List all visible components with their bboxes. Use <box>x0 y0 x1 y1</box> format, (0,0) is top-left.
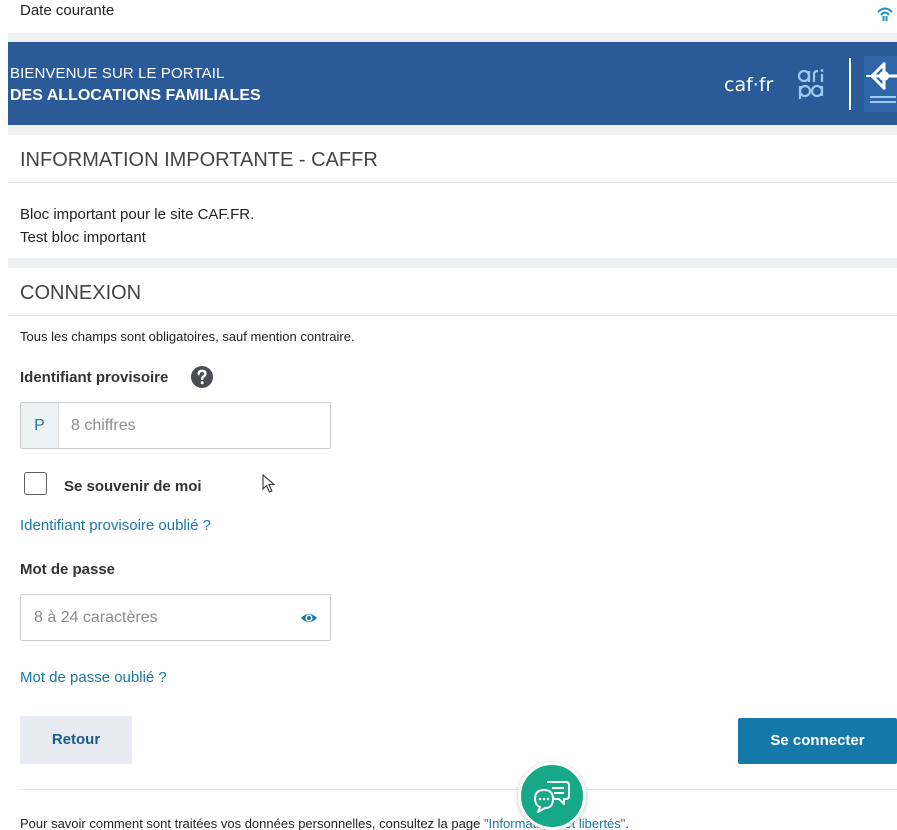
password-field <box>20 594 331 641</box>
password-label: Mot de passe <box>20 561 116 578</box>
required-fields-note: Tous les champs sont obligatoires, sauf … <box>20 329 355 344</box>
aripa-logo[interactable] <box>797 68 825 100</box>
chat-bubbles-icon <box>534 781 570 813</box>
top-separator <box>8 33 897 42</box>
connect-button[interactable]: Se connecter <box>738 718 897 764</box>
logo-separator <box>849 58 851 110</box>
caf-fr-logo[interactable]: caf·fr <box>724 74 773 96</box>
important-line-2: Test bloc important <box>20 229 146 246</box>
identifiant-field: P <box>20 402 331 449</box>
privacy-notice-end: . <box>625 816 630 830</box>
mouse-cursor-icon <box>262 474 276 493</box>
caf-allocations-familiales-logo[interactable] <box>860 56 897 112</box>
important-title: INFORMATION IMPORTANTE - CAFFR <box>20 149 378 171</box>
important-line-1: Bloc important pour le site CAF.FR. <box>20 206 255 223</box>
question-circle-icon[interactable] <box>190 365 214 389</box>
portal-banner: BIENVENUE SUR LE PORTAIL DES ALLOCATIONS… <box>8 42 897 125</box>
privacy-notice-text: Pour savoir comment sont traitées vos do… <box>20 816 484 830</box>
section-gap <box>8 125 897 135</box>
back-button[interactable]: Retour <box>20 716 132 764</box>
remember-me-checkbox[interactable] <box>24 472 47 495</box>
identifiant-input[interactable] <box>71 403 321 448</box>
chat-button[interactable] <box>518 762 586 830</box>
wifi-icon <box>877 7 893 21</box>
connexion-divider <box>8 315 897 316</box>
identifiant-prefix: P <box>21 403 59 448</box>
banner-welcome: BIENVENUE SUR LE PORTAIL <box>10 65 225 82</box>
connexion-title: CONNEXION <box>20 282 142 304</box>
date-label: Date courante <box>20 2 115 19</box>
forgot-identifiant-link[interactable]: Identifiant provisoire oublié ? <box>20 517 211 534</box>
eye-icon[interactable] <box>300 609 318 627</box>
banner-title: DES ALLOCATIONS FAMILIALES <box>10 87 261 104</box>
top-bar: Date courante <box>0 0 897 33</box>
important-divider <box>8 182 897 183</box>
forgot-password-link[interactable]: Mot de passe oublié ? <box>20 669 167 686</box>
password-input[interactable] <box>34 595 289 640</box>
remember-me-label[interactable]: Se souvenir de moi <box>64 478 202 495</box>
section-gap <box>8 258 897 268</box>
identifiant-label: Identifiant provisoire <box>20 369 169 386</box>
footer-divider <box>20 789 897 790</box>
